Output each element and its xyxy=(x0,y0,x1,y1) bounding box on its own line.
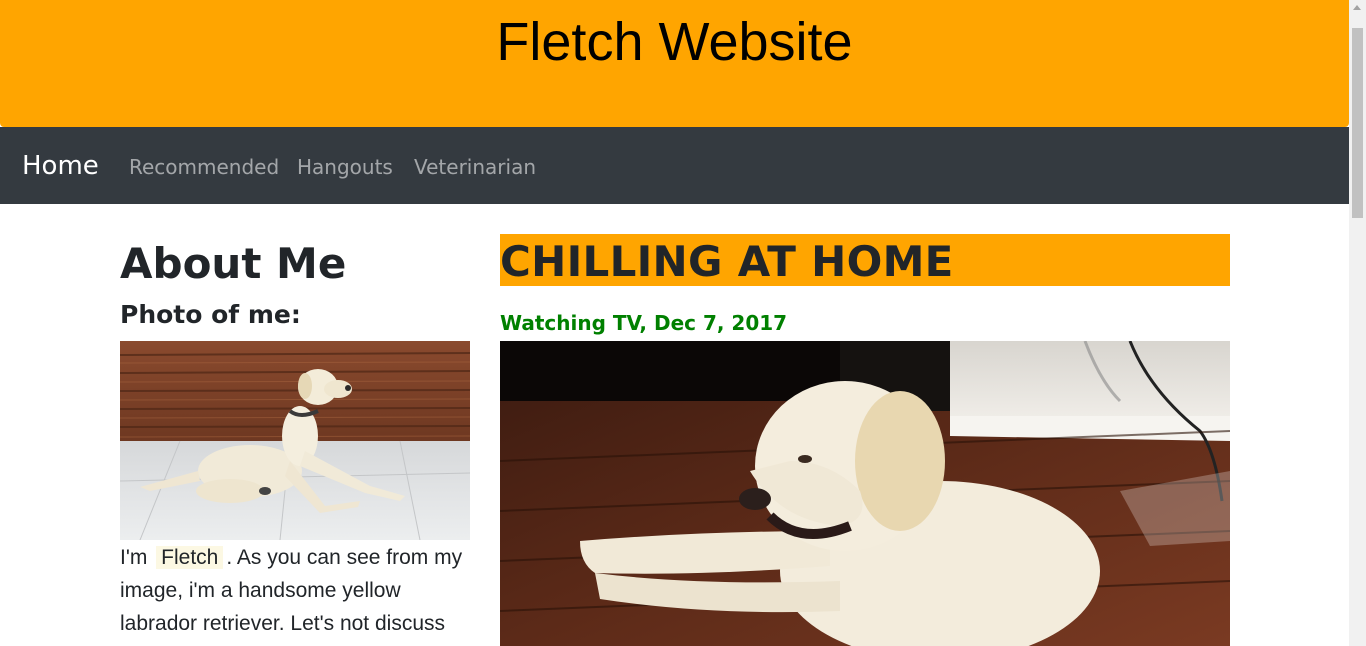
about-title: About Me xyxy=(120,239,347,288)
site-header: Fletch Website xyxy=(0,0,1349,127)
post-subtitle: Watching TV, Dec 7, 2017 xyxy=(500,311,788,335)
scroll-up-arrow-icon[interactable] xyxy=(1353,5,1361,10)
nav-link-hangouts[interactable]: Hangouts xyxy=(297,153,393,181)
nav-link-veterinarian[interactable]: Veterinarian xyxy=(414,153,536,181)
bio-before: I'm xyxy=(120,546,154,569)
dog-sitting-image xyxy=(120,341,470,540)
scroll-thumb[interactable] xyxy=(1352,28,1363,218)
nav-link-recommended[interactable]: Recommended xyxy=(129,153,279,181)
page: Fletch Website Home Recommended Hangouts… xyxy=(0,0,1349,646)
post-title: CHILLING AT HOME xyxy=(500,237,954,286)
bio-name-highlight: Fletch xyxy=(156,546,224,569)
vertical-scrollbar[interactable] xyxy=(1349,0,1366,646)
bio-text: I'm Fletch. As you can see from my image… xyxy=(120,541,470,640)
dog-lying-image xyxy=(500,341,1230,646)
post-photo xyxy=(500,341,1230,646)
navbar: Home Recommended Hangouts Veterinarian xyxy=(0,127,1349,204)
profile-photo xyxy=(120,341,470,540)
photo-label: Photo of me: xyxy=(120,300,301,329)
site-title: Fletch Website xyxy=(496,12,853,72)
nav-home-link[interactable]: Home xyxy=(22,149,99,183)
post-header: CHILLING AT HOME xyxy=(500,234,1230,286)
